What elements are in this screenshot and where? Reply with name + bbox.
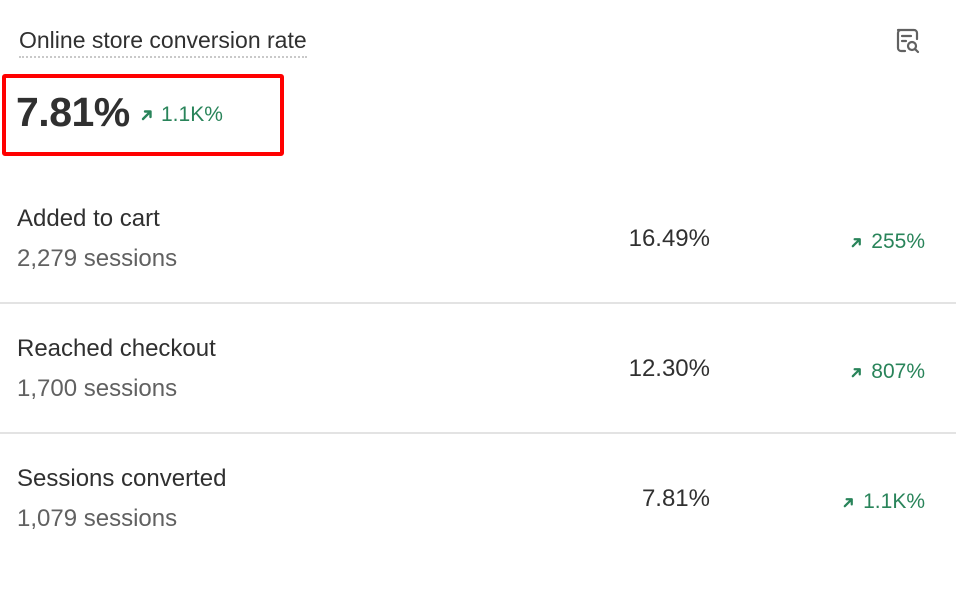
metric-change-value: 1.1K%: [161, 103, 223, 126]
row-change: 1.1K%: [842, 489, 925, 515]
row-divider: [0, 302, 956, 304]
trend-up-arrow-icon: [851, 237, 862, 247]
row-rate: 12.30%: [628, 355, 710, 382]
row-change-value: 255%: [871, 230, 925, 253]
row-rate: 7.81%: [641, 485, 710, 512]
metric-value: 7.81%: [16, 89, 130, 135]
row-sessions: 1,079 sessions: [17, 505, 178, 532]
row-label: Added to cart: [17, 205, 160, 232]
row-sessions: 2,279 sessions: [17, 245, 178, 272]
funnel-row: Added to cart 2,279 sessions 16.49% 255%: [0, 175, 956, 305]
metric-change: 1.1K%: [140, 102, 223, 128]
row-rate: 16.49%: [628, 225, 710, 252]
row-sessions: 1,700 sessions: [17, 375, 178, 402]
row-divider: [0, 432, 956, 434]
trend-up-arrow-icon: [843, 497, 853, 507]
row-change: 255%: [850, 229, 925, 255]
trend-up-arrow-icon: [141, 110, 152, 121]
report-search-icon[interactable]: [891, 25, 923, 57]
conversion-rate-card: Online store conversion rate 7.81% 1.1K%…: [0, 0, 956, 592]
funnel-row: Sessions converted 1,079 sessions 7.81% …: [0, 435, 956, 565]
trend-up-arrow-icon: [851, 367, 862, 377]
row-change-value: 807%: [871, 360, 925, 383]
row-change-value: 1.1K%: [863, 490, 925, 513]
card-title[interactable]: Online store conversion rate: [19, 26, 307, 58]
row-change: 807%: [850, 359, 925, 385]
row-label: Sessions converted: [17, 465, 227, 492]
row-label: Reached checkout: [17, 335, 216, 362]
funnel-row: Reached checkout 1,700 sessions 12.30% 8…: [0, 305, 956, 435]
